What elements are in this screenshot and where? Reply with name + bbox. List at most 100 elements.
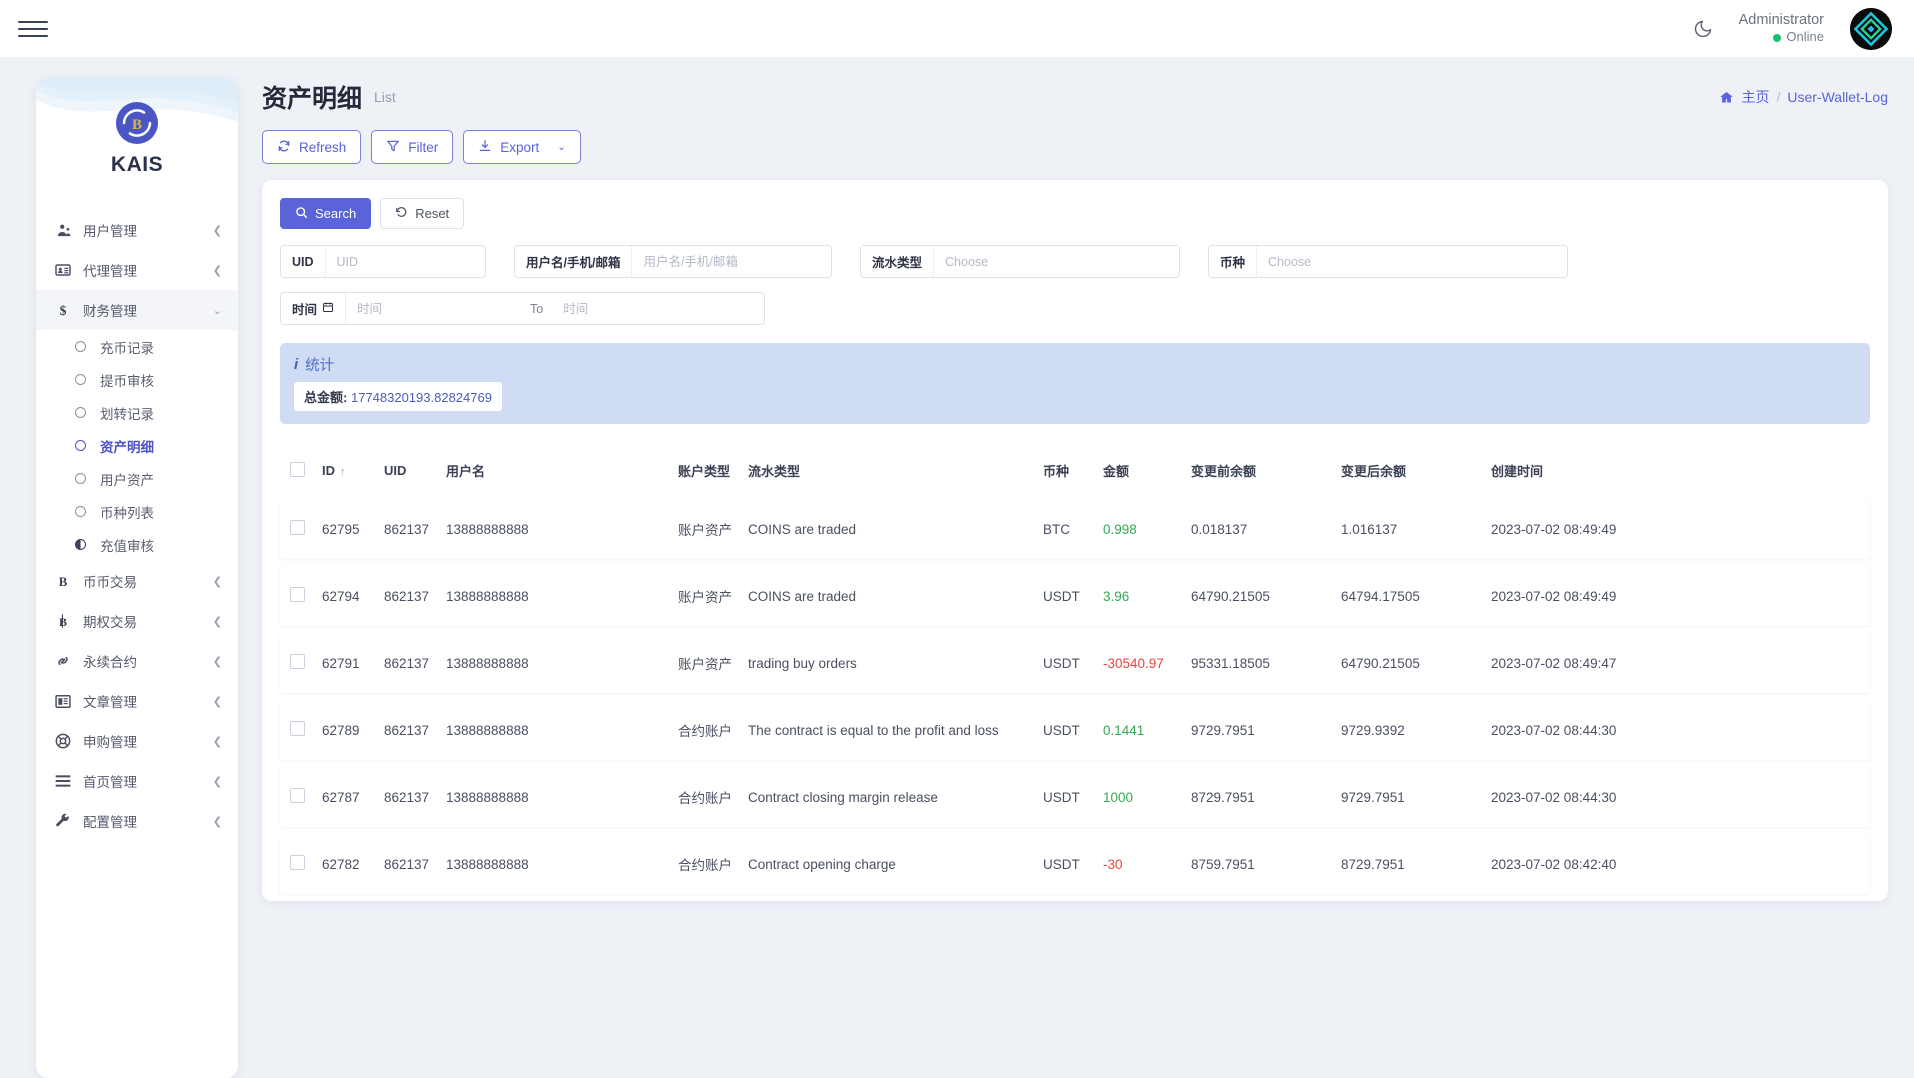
table-row[interactable]: 6279186213713888888888账户资产trading buy or… — [280, 633, 1870, 693]
export-label: Export — [500, 140, 539, 155]
filter-button[interactable]: Filter — [371, 130, 453, 164]
user-status-label: Online — [1786, 29, 1824, 45]
sidebar-subitem-user-assets[interactable]: 用户资产 — [36, 462, 238, 495]
select-all-header — [280, 455, 322, 492]
cell-amount: -30 — [1103, 834, 1191, 894]
search-button[interactable]: Search — [280, 198, 371, 229]
username-field[interactable]: 用户名/手机/邮箱 — [514, 245, 832, 278]
sidebar-item-homepage-management[interactable]: 首页管理 ❮ — [36, 761, 238, 801]
sidebar-item-label: 永续合约 — [83, 651, 213, 671]
sidebar-subitem-asset-details[interactable]: 资产明细 — [36, 429, 238, 462]
cell-flow-type: COINS are traded — [748, 499, 1043, 559]
row-checkbox[interactable] — [290, 721, 305, 736]
row-checkbox[interactable] — [290, 788, 305, 803]
coin-select[interactable] — [1257, 246, 1567, 277]
sidebar-item-options-trading[interactable]: B 期权交易 ❮ — [36, 601, 238, 641]
sidebar-item-coin-trading[interactable]: B 币币交易 ❮ — [36, 561, 238, 601]
header-flow-type[interactable]: 流水类型 — [748, 455, 1043, 492]
cell-flow-type: trading buy orders — [748, 633, 1043, 693]
row-checkbox[interactable] — [290, 855, 305, 870]
sidebar-subitem-label: 资产明细 — [100, 436, 154, 456]
cell-created-time: 2023-07-02 08:49:49 — [1491, 566, 1870, 626]
cell-flow-type: The contract is equal to the profit and … — [748, 700, 1043, 760]
sidebar-subitem-transfer-records[interactable]: 划转记录 — [36, 396, 238, 429]
header-id[interactable]: ID ↑ — [322, 455, 384, 492]
table-row[interactable]: 6278986213713888888888合约账户The contract i… — [280, 700, 1870, 760]
cell-id: 62794 — [322, 566, 384, 626]
sidebar-item-article-management[interactable]: 文章管理 ❮ — [36, 681, 238, 721]
sidebar-item-finance-management[interactable]: $ 财务管理 ⌄ — [36, 290, 238, 330]
header-id-label: ID — [322, 463, 335, 478]
hamburger-menu-icon[interactable] — [18, 14, 48, 44]
sidebar-subitem-coin-list[interactable]: 币种列表 — [36, 495, 238, 528]
cell-uid: 862137 — [384, 566, 446, 626]
uid-field[interactable]: UID — [280, 245, 486, 278]
header-uid[interactable]: UID — [384, 455, 446, 492]
moon-icon[interactable] — [1693, 19, 1713, 39]
sort-ascending-icon[interactable]: ↑ — [340, 466, 346, 478]
sidebar-item-perpetual-contract[interactable]: 永续合约 ❮ — [36, 641, 238, 681]
uid-input[interactable] — [326, 246, 471, 277]
table-row[interactable]: 6279586213713888888888账户资产COINS are trad… — [280, 499, 1870, 559]
cell-balance-before: 95331.18505 — [1191, 633, 1341, 693]
sidebar-subitem-withdraw-review[interactable]: 提币审核 — [36, 363, 238, 396]
row-checkbox[interactable] — [290, 654, 305, 669]
header-balance-after[interactable]: 变更后余额 — [1341, 455, 1491, 492]
export-button[interactable]: Export ⌄ — [463, 130, 580, 164]
flow-type-field[interactable]: 流水类型 — [860, 245, 1180, 278]
row-checkbox[interactable] — [290, 587, 305, 602]
half-circle-icon — [70, 539, 90, 550]
breadcrumb-home[interactable]: 主页 — [1741, 87, 1769, 107]
header-amount[interactable]: 金额 — [1103, 455, 1191, 492]
header-coin[interactable]: 币种 — [1043, 455, 1103, 492]
article-icon — [52, 694, 74, 709]
cell-account-type: 账户资产 — [678, 566, 748, 626]
cell-id: 62787 — [322, 767, 384, 827]
sidebar-item-agent-management[interactable]: 代理管理 ❮ — [36, 250, 238, 290]
user-info[interactable]: Administrator Online — [1739, 11, 1824, 45]
user-name: Administrator — [1739, 11, 1824, 29]
cell-uid: 862137 — [384, 834, 446, 894]
avatar[interactable] — [1850, 8, 1892, 50]
sidebar-subitem-deposit-records[interactable]: 充币记录 — [36, 330, 238, 363]
top-header: Administrator Online — [0, 0, 1914, 57]
reset-button[interactable]: Reset — [380, 198, 464, 229]
cell-account-type: 合约账户 — [678, 700, 748, 760]
select-all-checkbox[interactable] — [290, 462, 305, 477]
flow-type-select[interactable] — [934, 246, 1179, 277]
table-row[interactable]: 6279486213713888888888账户资产COINS are trad… — [280, 566, 1870, 626]
table-row[interactable]: 6278786213713888888888合约账户Contract closi… — [280, 767, 1870, 827]
row-checkbox[interactable] — [290, 520, 305, 535]
header-username[interactable]: 用户名 — [446, 455, 678, 492]
cell-created-time: 2023-07-02 08:42:40 — [1491, 834, 1870, 894]
table-row[interactable]: 6278286213713888888888合约账户Contract openi… — [280, 834, 1870, 894]
refresh-button[interactable]: Refresh — [262, 130, 361, 164]
calendar-icon — [322, 301, 334, 316]
cell-created-time: 2023-07-02 08:44:30 — [1491, 767, 1870, 827]
cell-created-time: 2023-07-02 08:49:49 — [1491, 499, 1870, 559]
reset-label: Reset — [415, 206, 449, 221]
uid-field-label: UID — [281, 246, 326, 277]
id-card-icon — [52, 262, 74, 278]
username-input[interactable] — [632, 246, 827, 277]
cell-uid: 862137 — [384, 767, 446, 827]
row-select-cell — [280, 499, 322, 559]
time-range-field[interactable]: 时间 To — [280, 292, 765, 325]
time-from-input[interactable] — [346, 293, 521, 324]
header-created-time[interactable]: 创建时间 — [1491, 455, 1870, 492]
sidebar-item-user-management[interactable]: 用户管理 ❮ — [36, 210, 238, 250]
coin-field[interactable]: 币种 — [1208, 245, 1568, 278]
breadcrumb-current[interactable]: User-Wallet-Log — [1787, 89, 1888, 105]
cell-coin: BTC — [1043, 499, 1103, 559]
cell-balance-before: 8759.7951 — [1191, 834, 1341, 894]
cell-id: 62782 — [322, 834, 384, 894]
search-label: Search — [315, 206, 356, 221]
chevron-down-icon[interactable]: ⌄ — [557, 142, 565, 153]
sidebar-item-config-management[interactable]: 配置管理 ❮ — [36, 801, 238, 841]
sidebar-subitem-recharge-review[interactable]: 充值审核 — [36, 528, 238, 561]
time-to-input[interactable] — [552, 293, 727, 324]
reset-icon — [395, 206, 408, 222]
header-account-type[interactable]: 账户类型 — [678, 455, 748, 492]
header-balance-before[interactable]: 变更前余额 — [1191, 455, 1341, 492]
sidebar-item-subscription-management[interactable]: 申购管理 ❮ — [36, 721, 238, 761]
